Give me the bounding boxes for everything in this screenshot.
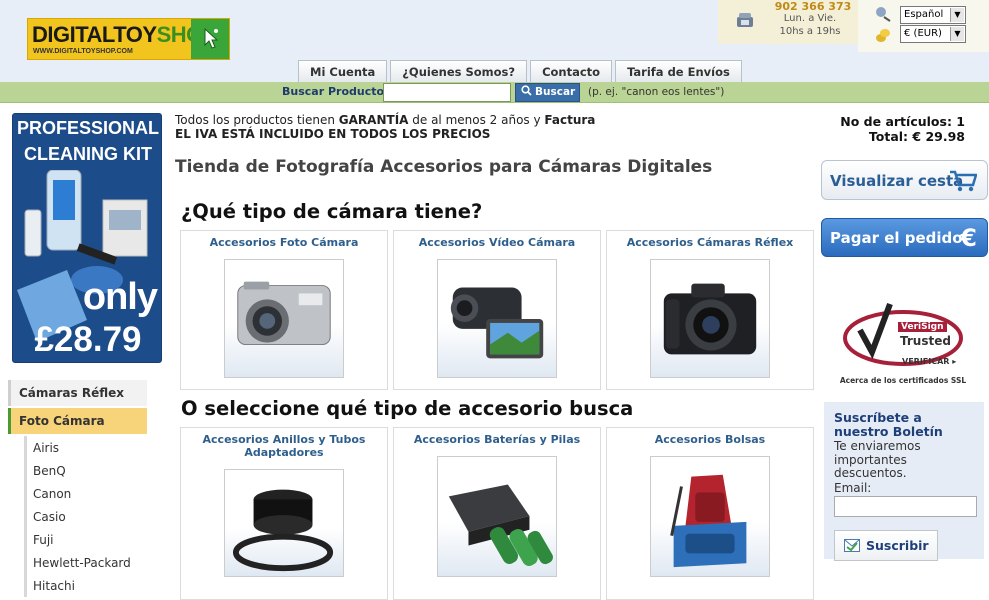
- category-foto-camara[interactable]: Foto Cámara: [8, 408, 147, 434]
- adapter-rings-image: [224, 469, 344, 577]
- newsletter-title: Suscríbete a nuestro Boletín: [834, 410, 943, 439]
- tab-contacto[interactable]: Contacto: [530, 60, 613, 83]
- card-bolsas[interactable]: Accesorios Bolsas: [606, 427, 814, 600]
- card-title: Accesorios Bolsas: [654, 433, 766, 446]
- card-title: Accesorios Cámaras Réflex: [626, 236, 794, 249]
- search-icon: [521, 85, 532, 96]
- search-input[interactable]: [383, 83, 511, 102]
- card-title: Accesorios Vídeo Cámara: [418, 236, 576, 249]
- card-video-camara[interactable]: Accesorios Vídeo Cámara: [393, 230, 601, 390]
- brand-item-hitachi[interactable]: Hitachi: [24, 574, 147, 597]
- brand-item-benq[interactable]: BenQ: [24, 459, 147, 482]
- chevron-down-icon: ▼: [950, 8, 964, 22]
- search-button[interactable]: Buscar: [515, 83, 580, 102]
- logo-url: WWW.DIGITALTOYSHOP.COM: [33, 48, 133, 55]
- card-title: Accesorios Anillos y Tubos Adaptadores: [202, 433, 366, 459]
- subscribe-button[interactable]: Suscribir: [834, 530, 938, 561]
- card-baterias-pilas[interactable]: Accesorios Baterías y Pilas: [393, 427, 601, 600]
- currency-select[interactable]: € (EUR) ▼: [900, 25, 966, 43]
- category-nav: Cámaras Réflex Foto Cámara Airis BenQ Ca…: [8, 380, 147, 597]
- phone-hours: 10hs a 19hs: [779, 26, 841, 37]
- warranty-notice: Todos los productos tienen GARANTÍA de a…: [175, 113, 596, 141]
- page-title: Tienda de Fotografía Accesorios para Cám…: [175, 157, 713, 177]
- cart-total: Total: € 29.98: [868, 129, 965, 144]
- batteries-image: [437, 456, 557, 577]
- cart-count: No de artículos: 1: [840, 114, 965, 129]
- promo-line-2: CLEANING KIT: [24, 144, 152, 164]
- category-camaras-reflex[interactable]: Cámaras Réflex: [8, 380, 147, 406]
- email-field[interactable]: [834, 496, 977, 517]
- view-cart-button[interactable]: Visualizar cesta: [821, 160, 988, 200]
- mail-icon: [844, 539, 860, 552]
- coins-icon: [876, 29, 890, 42]
- promo-price: £28.79: [34, 320, 142, 359]
- newsletter-text: Te enviaremos importantes descuentos.: [834, 439, 921, 480]
- verisign-seal[interactable]: VeriSign Trusted VERIFICAR ▸ Acerca de l…: [838, 296, 968, 386]
- card-foto-camara[interactable]: Accesorios Foto Cámara: [180, 230, 388, 390]
- promo-line-1: PROFESSIONAL: [16, 118, 159, 138]
- phone-days: Lun. a Vie.: [783, 13, 837, 24]
- card-anillos-tubos[interactable]: Accesorios Anillos y Tubos Adaptadores: [180, 427, 388, 600]
- pay-order-button[interactable]: Pagar el pedido €: [821, 218, 988, 257]
- phone-number: 902 366 373: [774, 0, 852, 13]
- ssl-about-link[interactable]: Acerca de los certificados SSL: [838, 376, 968, 385]
- phone-box: 902 366 373 Lun. a Vie. 10hs a 19hs: [718, 0, 858, 44]
- card-camaras-reflex[interactable]: Accesorios Cámaras Réflex: [606, 230, 814, 390]
- verisign-brand: VeriSign: [898, 322, 947, 332]
- verisign-trusted: Trusted: [900, 334, 951, 348]
- search-bar: Buscar Productos Buscar (p. ej. "canon e…: [0, 82, 989, 103]
- compact-camera-image: [224, 259, 344, 378]
- chevron-down-icon: ▼: [950, 27, 964, 41]
- cart-summary: No de artículos: 1 Total: € 29.98: [840, 114, 965, 144]
- camera-bag-image: [650, 456, 770, 577]
- tab-tarifa-envios[interactable]: Tarifa de Envíos: [615, 60, 742, 83]
- brand-item-fuji[interactable]: Fuji: [24, 528, 147, 551]
- verisign-verify: VERIFICAR ▸: [902, 357, 957, 366]
- brand-item-hewlett-packard[interactable]: Hewlett-Packard: [24, 551, 147, 574]
- logo-cursor-icon: [191, 19, 229, 59]
- cart-icon: [950, 170, 977, 192]
- site-logo[interactable]: DIGITALTOYSHOP WWW.DIGITALTOYSHOP.COM: [27, 18, 230, 60]
- search-label: Buscar Productos: [282, 85, 391, 98]
- language-select[interactable]: Español ▼: [900, 6, 966, 24]
- dslr-camera-image: [650, 259, 770, 378]
- tab-quienes-somos[interactable]: ¿Quienes Somos?: [390, 60, 528, 83]
- email-label: Email:: [834, 480, 872, 495]
- brand-item-airis[interactable]: Airis: [24, 436, 147, 459]
- language-flag-icon: [876, 7, 891, 22]
- video-camera-image: [437, 259, 557, 378]
- newsletter-box: Suscríbete a nuestro Boletín Te enviarem…: [824, 402, 984, 561]
- logo-wordmark: DIGITALTOYSHOP: [32, 22, 217, 47]
- promo-only: only: [82, 276, 158, 318]
- accessory-section-title: O seleccione qué tipo de accesorio busca: [181, 397, 634, 420]
- camera-section-title: ¿Qué tipo de cámara tiene?: [181, 200, 483, 223]
- tab-mi-cuenta[interactable]: Mi Cuenta: [298, 60, 388, 83]
- brand-item-casio[interactable]: Casio: [24, 505, 147, 528]
- cleaning-kit-banner[interactable]: PROFESSIONAL CLEANING KIT only £28.79: [12, 113, 162, 363]
- search-hint: (p. ej. "canon eos lentes"): [588, 86, 725, 98]
- locale-box: Español ▼ € (EUR) ▼: [858, 0, 989, 52]
- card-title: Accesorios Foto Cámara: [209, 236, 359, 249]
- brand-item-canon[interactable]: Canon: [24, 482, 147, 505]
- euro-icon: €: [960, 224, 977, 252]
- top-nav-tabs: Mi Cuenta ¿Quienes Somos? Contacto Tarif…: [298, 60, 742, 83]
- card-title: Accesorios Baterías y Pilas: [413, 433, 581, 446]
